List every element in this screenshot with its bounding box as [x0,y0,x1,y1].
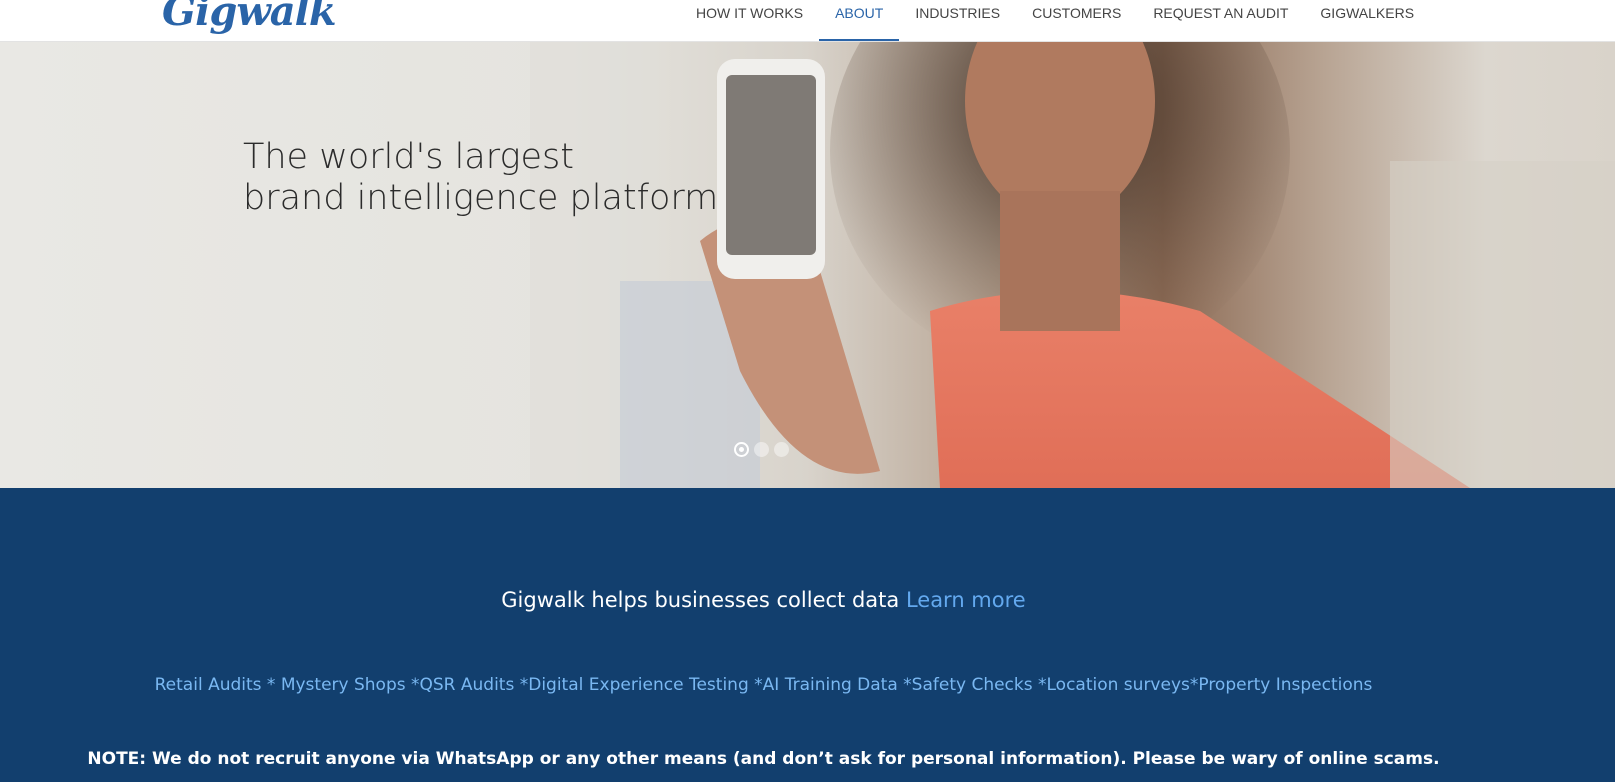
hero-title-line-2: brand intelligence platform [243,178,719,218]
scam-warning-note: NOTE: We do not recruit anyone via Whats… [87,749,1440,769]
tagline: Gigwalk helps businesses collect data Le… [0,588,1527,612]
site-header: Gigwalk HOW IT WORKS ABOUT INDUSTRIES CU… [0,0,1615,42]
services-list[interactable]: Retail Audits * Mystery Shops *QSR Audit… [0,675,1527,695]
tagline-text: Gigwalk helps businesses collect data [501,588,900,612]
main-nav: HOW IT WORKS ABOUT INDUSTRIES CUSTOMERS … [680,0,1430,41]
carousel-dot-3[interactable] [774,442,789,457]
hero-title: The world's largest brand intelligence p… [243,137,718,219]
carousel-dot-2[interactable] [754,442,769,457]
nav-how-it-works[interactable]: HOW IT WORKS [680,0,819,41]
hero-title-line-1: The world's largest [243,137,575,177]
carousel-dot-1[interactable] [734,442,749,457]
nav-gigwalkers[interactable]: GIGWALKERS [1304,0,1430,41]
gigwalk-logo[interactable]: Gigwalk [162,0,337,35]
nav-request-an-audit[interactable]: REQUEST AN AUDIT [1137,0,1304,41]
hero-banner: The world's largest brand intelligence p… [0,41,1615,488]
nav-customers[interactable]: CUSTOMERS [1016,0,1137,41]
info-band: Gigwalk helps businesses collect data Le… [0,488,1615,782]
woman-with-phone-photo [530,41,1615,488]
learn-more-link[interactable]: Learn more [906,588,1026,612]
nav-about[interactable]: ABOUT [819,0,900,41]
carousel-indicators [734,442,789,457]
nav-industries[interactable]: INDUSTRIES [899,0,1016,41]
